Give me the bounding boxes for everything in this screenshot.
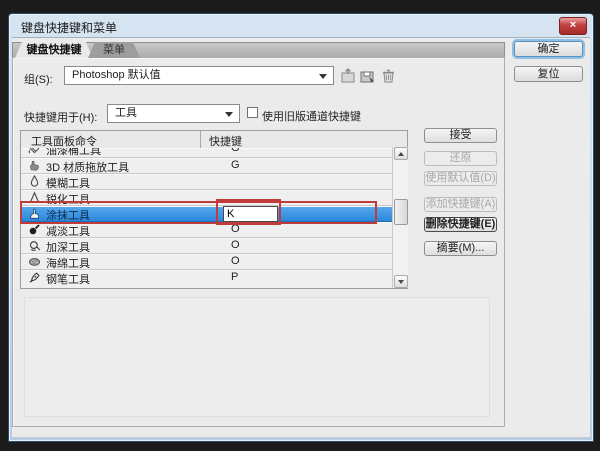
table-row[interactable]: 3D 材质拖放工具 G — [21, 158, 392, 174]
delete-shortcut-button[interactable]: 删除快捷键(E) — [424, 217, 497, 232]
close-button[interactable]: × — [559, 17, 587, 35]
tab-menus[interactable]: 菜单 — [88, 42, 140, 58]
shortcut-value: O — [231, 255, 240, 267]
title-bar[interactable]: 键盘快捷键和菜单 × — [9, 14, 593, 37]
tool-name: 减淡工具 — [46, 223, 90, 239]
tool-name: 油漆桶工具 — [46, 148, 101, 158]
shortcut-edit-input[interactable] — [223, 206, 278, 222]
arrow-down-icon — [398, 280, 404, 284]
shortcuts-for-dropdown[interactable]: 工具 — [107, 104, 240, 123]
column-divider — [200, 131, 201, 148]
smudge-icon — [28, 207, 41, 220]
scroll-down-button[interactable] — [394, 275, 408, 288]
dodge-icon — [28, 223, 41, 236]
tool-name: 3D 材质拖放工具 — [46, 159, 129, 175]
undo-button[interactable]: 还原 — [424, 151, 497, 166]
chevron-down-icon — [225, 112, 233, 117]
tool-name: 涂抹工具 — [46, 207, 90, 223]
table-row[interactable]: 加深工具 O — [21, 238, 392, 254]
new-set-icon[interactable] — [340, 68, 357, 84]
tool-name: 模糊工具 — [46, 175, 90, 191]
add-shortcut-button[interactable]: 添加快捷键(A) — [424, 197, 497, 212]
shortcut-value: G — [231, 159, 240, 171]
pen-icon — [28, 271, 41, 284]
instruction-panel — [24, 297, 490, 417]
tab-keyboard-shortcuts[interactable]: 键盘快捷键 — [15, 42, 93, 58]
save-set-icon[interactable] — [359, 68, 376, 84]
use-default-button[interactable]: 使用默认值(D) — [424, 171, 497, 186]
shortcut-value: G — [231, 148, 240, 154]
ok-button[interactable]: 确定 — [514, 41, 583, 57]
shortcut-value: P — [231, 271, 238, 283]
arrow-up-icon — [398, 152, 404, 156]
window-title: 键盘快捷键和菜单 — [21, 19, 117, 36]
table-row[interactable]: 模糊工具 — [21, 174, 392, 190]
shortcut-value: O — [231, 239, 240, 251]
scroll-up-button[interactable] — [394, 147, 408, 160]
reset-button[interactable]: 复位 — [514, 66, 583, 82]
burn-icon — [28, 239, 41, 252]
table-header: 工具面板命令 快捷键 — [21, 131, 407, 149]
shortcuts-for-label: 快捷键用于(H): — [24, 109, 97, 125]
close-icon: × — [570, 19, 576, 31]
sharpen-icon — [28, 191, 41, 204]
summary-button[interactable]: 摘要(M)... — [424, 241, 497, 256]
paint-bucket-icon — [28, 148, 41, 155]
column-shortcut: 快捷键 — [209, 133, 242, 149]
set-label: 组(S): — [24, 71, 53, 87]
tool-name: 钢笔工具 — [46, 271, 90, 287]
shortcut-table: 工具面板命令 快捷键 油漆桶工具 G 3D 材质拖放工具 G — [20, 130, 408, 289]
table-row[interactable]: 减淡工具 O — [21, 222, 392, 238]
column-command: 工具面板命令 — [31, 133, 97, 149]
table-row[interactable]: 海绵工具 O — [21, 254, 392, 270]
3d-material-drop-icon — [28, 159, 41, 172]
set-dropdown-value: Photoshop 默认值 — [72, 69, 161, 81]
shortcut-value: O — [231, 223, 240, 235]
shortcuts-for-value: 工具 — [115, 107, 137, 119]
table-row[interactable]: 油漆桶工具 G — [21, 148, 392, 158]
legacy-channel-label: 使用旧版通道快捷键 — [262, 108, 361, 124]
blur-icon — [28, 175, 41, 188]
screenshot-stage: 键盘快捷键和菜单 × 键盘快捷键 菜单 组(S): Photoshop 默认值 … — [0, 0, 600, 451]
table-row[interactable]: 锐化工具 — [21, 190, 392, 206]
scrollbar-thumb[interactable] — [394, 199, 408, 225]
tab-row: 键盘快捷键 菜单 — [12, 42, 503, 58]
accept-button[interactable]: 接受 — [424, 128, 497, 143]
tool-name: 海绵工具 — [46, 255, 90, 271]
tool-name: 加深工具 — [46, 239, 90, 255]
delete-set-icon[interactable] — [380, 68, 397, 84]
table-row[interactable]: 钢笔工具 P — [21, 270, 392, 286]
legacy-channel-checkbox[interactable] — [247, 107, 258, 118]
sponge-icon — [28, 255, 41, 268]
tool-name: 锐化工具 — [46, 191, 90, 207]
table-row-selected[interactable]: 涂抹工具 — [21, 206, 392, 222]
set-dropdown[interactable]: Photoshop 默认值 — [64, 66, 334, 85]
chevron-down-icon — [319, 74, 327, 79]
table-scrollbar[interactable] — [392, 147, 408, 288]
